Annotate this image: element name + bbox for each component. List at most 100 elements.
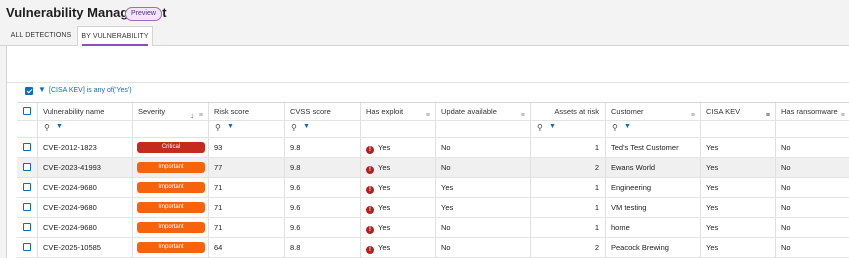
chevron-down-icon[interactable]: ▼ [56,123,63,130]
assets-at-risk-link[interactable]: 2 [530,158,605,177]
col-header-risk-score[interactable]: Risk score [208,103,284,120]
has-ransomware-cell: No [775,218,849,237]
table-header-row: Vulnerability name Severity ↓ ≡ Risk score… [17,102,849,121]
table-row[interactable]: CVE-2024-9680 Important 71 9.6 ! Yes No 1… [17,218,849,238]
col-header-update-available[interactable]: Update available ≡ [435,103,530,120]
severity-badge: Important [137,162,205,173]
table-row[interactable]: CVE-2024-9680 Important 71 9.6 ! Yes Yes … [17,178,849,198]
risk-filter-cell[interactable]: ⚲ ▼ [208,120,284,137]
row-checkbox[interactable] [23,203,31,211]
sort-desc-icon[interactable]: ↓ [190,107,194,120]
tab-bar: ALL DETECTIONS BY VULNERABILITY [0,26,849,46]
search-icon[interactable]: ⚲ [215,123,221,132]
filter-icon[interactable]: ≡ [199,107,203,120]
vulnerability-name-link[interactable]: CVE-2024-9680 [37,178,132,197]
search-icon[interactable]: ⚲ [537,123,543,132]
tab-all-detections[interactable]: ALL DETECTIONS [6,26,76,45]
cvss-filter-cell[interactable]: ⚲ ▼ [284,120,360,137]
col-header-cisa-kev[interactable]: CISA KEV ≡ [700,103,775,120]
select-all-checkbox[interactable] [23,107,31,115]
severity-badge: Important [137,242,205,253]
filter-chip[interactable]: [CISA KEV] is any of('Yes') [49,87,132,94]
col-header-cvss-score[interactable]: CVSS score [284,103,360,120]
filter-icon[interactable]: ≡ [841,107,845,120]
cvss-score-cell: 9.8 [284,138,360,157]
has-exploit-value: Yes [378,183,391,192]
vulnerability-name-link[interactable]: CVE-2024-9680 [37,198,132,217]
severity-badge: Important [137,182,205,193]
severity-cell: Critical [132,138,208,157]
has-ransomware-cell: No [775,198,849,217]
tab-by-vulnerability[interactable]: BY VULNERABILITY [77,26,153,46]
has-exploit-cell: ! Yes [360,198,435,217]
filter-checkbox[interactable] [25,87,33,95]
has-exploit-value: Yes [378,223,391,232]
table-row[interactable]: CVE-2023-41993 Important 77 9.8 ! Yes No … [17,158,849,178]
col-label: Risk score [214,107,250,116]
filter-icon[interactable]: ≡ [426,107,430,120]
chevron-down-icon[interactable]: ▼ [549,123,556,130]
update-filter-cell [435,120,530,137]
table-row[interactable]: CVE-2025-10585 Important 64 8.8 ! Yes No … [17,238,849,258]
cisa-kev-cell: Yes [700,158,775,177]
table-row[interactable]: CVE-2024-9680 Important 71 9.6 ! Yes Yes … [17,198,849,218]
toolbar-area [7,46,849,83]
row-select-cell [17,178,37,197]
vulnerability-name-link[interactable]: CVE-2024-9680 [37,218,132,237]
assets-at-risk-link[interactable]: 1 [530,138,605,157]
update-available-cell: Yes [435,198,530,217]
cvss-score-cell: 9.6 [284,198,360,217]
assets-at-risk-link[interactable]: 1 [530,198,605,217]
row-checkbox[interactable] [23,163,31,171]
name-filter-cell[interactable]: ⚲ ▼ [37,120,132,137]
assets-filter-cell[interactable]: ⚲ ▼ [530,120,605,137]
row-checkbox[interactable] [23,223,31,231]
assets-at-risk-link[interactable]: 1 [530,218,605,237]
assets-at-risk-link[interactable]: 1 [530,178,605,197]
cisa-kev-cell: Yes [700,178,775,197]
risk-score-cell: 71 [208,178,284,197]
exploit-warning-icon: ! [366,206,374,214]
vulnerability-name-link[interactable]: CVE-2025-10585 [37,238,132,257]
exploit-warning-icon: ! [366,166,374,174]
search-icon[interactable]: ⚲ [44,123,50,132]
col-header-has-exploit[interactable]: Has exploit ≡ [360,103,435,120]
row-checkbox[interactable] [23,143,31,151]
has-ransomware-cell: No [775,158,849,177]
customer-cell: Engineering [605,178,700,197]
filter-icon[interactable]: ≡ [521,107,525,120]
col-header-vulnerability-name[interactable]: Vulnerability name [37,103,132,120]
table-row[interactable]: CVE-2012-1823 Critical 93 9.8 ! Yes No 1 … [17,138,849,158]
severity-badge: Important [137,202,205,213]
exploit-filter-cell [360,120,435,137]
col-header-customer[interactable]: Customer ≡ [605,103,700,120]
has-exploit-cell: ! Yes [360,158,435,177]
chevron-down-icon[interactable]: ▼ [303,123,310,130]
search-icon[interactable]: ⚲ [291,123,297,132]
filter-active-icon[interactable]: ≡ [766,107,770,120]
search-icon[interactable]: ⚲ [612,123,618,132]
col-header-assets-at-risk[interactable]: Assets at risk [530,103,605,120]
vulnerability-name-link[interactable]: CVE-2023-41993 [37,158,132,177]
row-select-cell [17,198,37,217]
chevron-down-icon[interactable]: ▼ [624,123,631,130]
exploit-warning-icon: ! [366,226,374,234]
severity-cell: Important [132,198,208,217]
assets-at-risk-link[interactable]: 2 [530,238,605,257]
col-header-severity[interactable]: Severity ↓ ≡ [132,103,208,120]
vulnerability-name-link[interactable]: CVE-2012-1823 [37,138,132,157]
has-exploit-cell: ! Yes [360,178,435,197]
row-checkbox[interactable] [23,243,31,251]
chevron-down-icon[interactable]: ▼ [227,123,234,130]
risk-score-cell: 77 [208,158,284,177]
col-header-has-ransomware[interactable]: Has ransomware ≡ [775,103,849,120]
customer-filter-cell[interactable]: ⚲ ▼ [605,120,700,137]
customer-cell: Ted's Test Customer [605,138,700,157]
has-exploit-value: Yes [378,143,391,152]
filter-icon[interactable]: ≡ [691,107,695,120]
filter-row-spacer [17,120,37,137]
has-ransomware-cell: No [775,178,849,197]
update-available-cell: No [435,138,530,157]
row-checkbox[interactable] [23,183,31,191]
customer-cell: Ewans World [605,158,700,177]
